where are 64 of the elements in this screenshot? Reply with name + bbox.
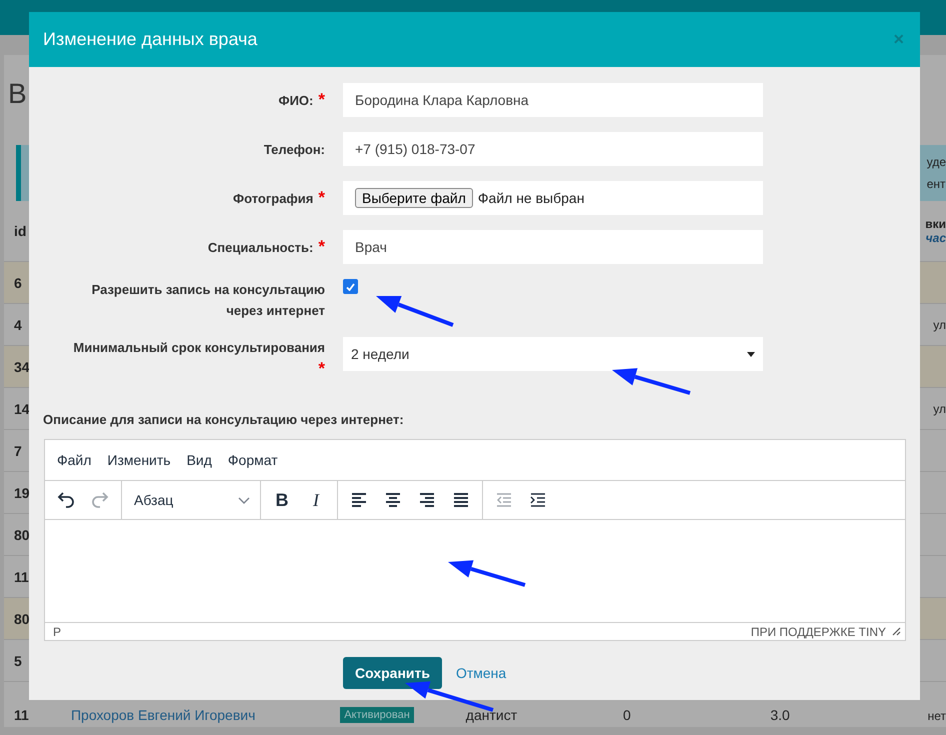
required-mark: * [318,90,325,109]
caret-icon [747,352,755,356]
indent-icon[interactable] [529,490,547,510]
field-label: Минимальный срок консультирования [73,340,325,355]
save-button[interactable]: Сохранить [343,657,442,689]
table-cell-text: 3.0 [770,707,791,723]
align-right-icon[interactable] [418,490,436,510]
table-cell-text: дантист [466,707,518,723]
dialog-title: Изменение данных врача [43,29,258,50]
column-header: вки [925,217,946,231]
table-cell-text: 11 [14,707,30,723]
table-cell: нет [928,709,946,723]
column-link[interactable]: час [926,231,946,245]
undo-icon[interactable] [57,490,75,510]
align-left-icon[interactable] [350,490,368,510]
field-label: Разрешить запись на консультацию через интернет [92,282,325,318]
table-cell: ул [933,318,946,332]
input-field[interactable]: Бородина Клара Карловна [343,83,763,117]
required-mark: * [318,188,325,207]
menu-item[interactable]: Файл [49,452,100,468]
element-path: P [53,624,62,638]
field-label: Фотография [232,191,314,206]
field-label: Специальность: [208,240,314,255]
table-cell-text: 80 [14,610,31,626]
table-cell-text: 7 [14,442,23,458]
table-cell-text: 34 [14,358,31,374]
field-label: Телефон: [264,142,325,156]
info-text: уде ент [926,154,946,193]
chevron-icon [238,496,250,504]
resize-handle-icon[interactable] [892,627,901,636]
table-cell-text: 0 [623,707,632,723]
table-cell-text: 80 [14,526,31,542]
justify-icon[interactable] [452,490,470,510]
column-header: id [14,223,28,239]
table-cell-text: 11 [14,568,30,584]
table-cell-text: 14 [14,400,31,416]
table-cell-text: 4 [14,316,23,332]
menu-item[interactable]: Формат [220,452,286,468]
table-cell-text: 5 [14,652,23,668]
input-field[interactable]: Врач [343,230,763,264]
field-label: Описание для записи на консультацию через интернет: [43,412,405,427]
choose-file-button[interactable]: Выберите файл [355,188,473,208]
checkbox[interactable] [343,279,358,294]
branding-text: ПРИ ПОДДЕРЖКЕ TINY [750,624,886,638]
menu-item[interactable]: Изменить [99,452,179,468]
file-status: Файл не выбран [478,190,584,206]
page-heading: В [8,77,27,111]
table-cell-text: 19 [14,484,31,500]
field-label: ФИО: [278,93,314,108]
input-field[interactable]: +7 (915) 018-73-07 [343,132,763,166]
cancel-link[interactable]: Отмена [456,665,506,681]
align-center-icon[interactable] [384,490,402,510]
menu-item[interactable]: Вид [178,452,220,468]
required-mark: * [318,237,325,256]
status-badge: Активирован [340,707,414,723]
table-cell: ул [933,402,946,416]
required-mark: * [317,358,325,379]
format-dropdown[interactable]: Абзац [126,492,256,508]
checkmark-icon [346,282,355,290]
italic-button[interactable]: I [299,485,333,515]
dropdown[interactable]: 2 недели [343,337,763,371]
bold-button[interactable]: B [265,485,299,515]
table-cell-text: 6 [14,274,23,290]
file-field[interactable]: Выберите файл Файл не выбран [343,181,763,215]
